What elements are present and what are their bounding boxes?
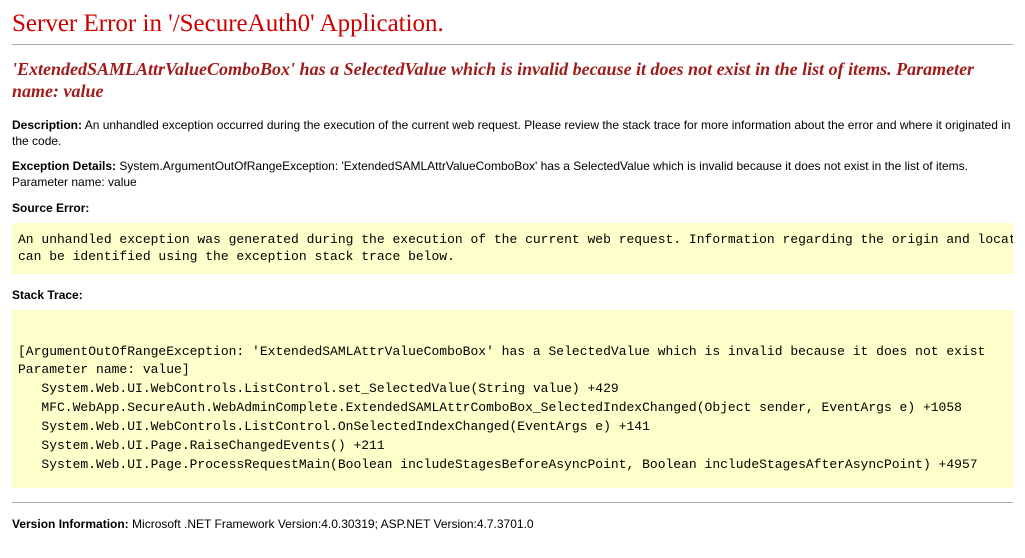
exception-line: Exception Details: System.ArgumentOutOfR… xyxy=(12,159,1013,190)
source-error-box: An unhandled exception was generated dur… xyxy=(12,223,1013,274)
exception-label: Exception Details: xyxy=(12,159,116,173)
divider-top xyxy=(12,44,1013,45)
description-line: Description: An unhandled exception occu… xyxy=(12,118,1013,149)
version-line: Version Information: Microsoft .NET Fram… xyxy=(12,517,1013,531)
description-text: An unhandled exception occurred during t… xyxy=(12,118,1011,148)
version-label: Version Information: xyxy=(12,517,129,531)
divider-bottom xyxy=(12,502,1013,503)
stack-trace-label: Stack Trace: xyxy=(12,288,1013,302)
exception-text: System.ArgumentOutOfRangeException: 'Ext… xyxy=(12,159,968,189)
page-title: Server Error in '/SecureAuth0' Applicati… xyxy=(12,10,1013,38)
version-text: Microsoft .NET Framework Version:4.0.303… xyxy=(132,517,534,531)
error-message: 'ExtendedSAMLAttrValueComboBox' has a Se… xyxy=(12,59,1013,102)
source-error-label: Source Error: xyxy=(12,201,1013,215)
stack-trace-box: [ArgumentOutOfRangeException: 'ExtendedS… xyxy=(12,310,1013,489)
description-label: Description: xyxy=(12,118,82,132)
